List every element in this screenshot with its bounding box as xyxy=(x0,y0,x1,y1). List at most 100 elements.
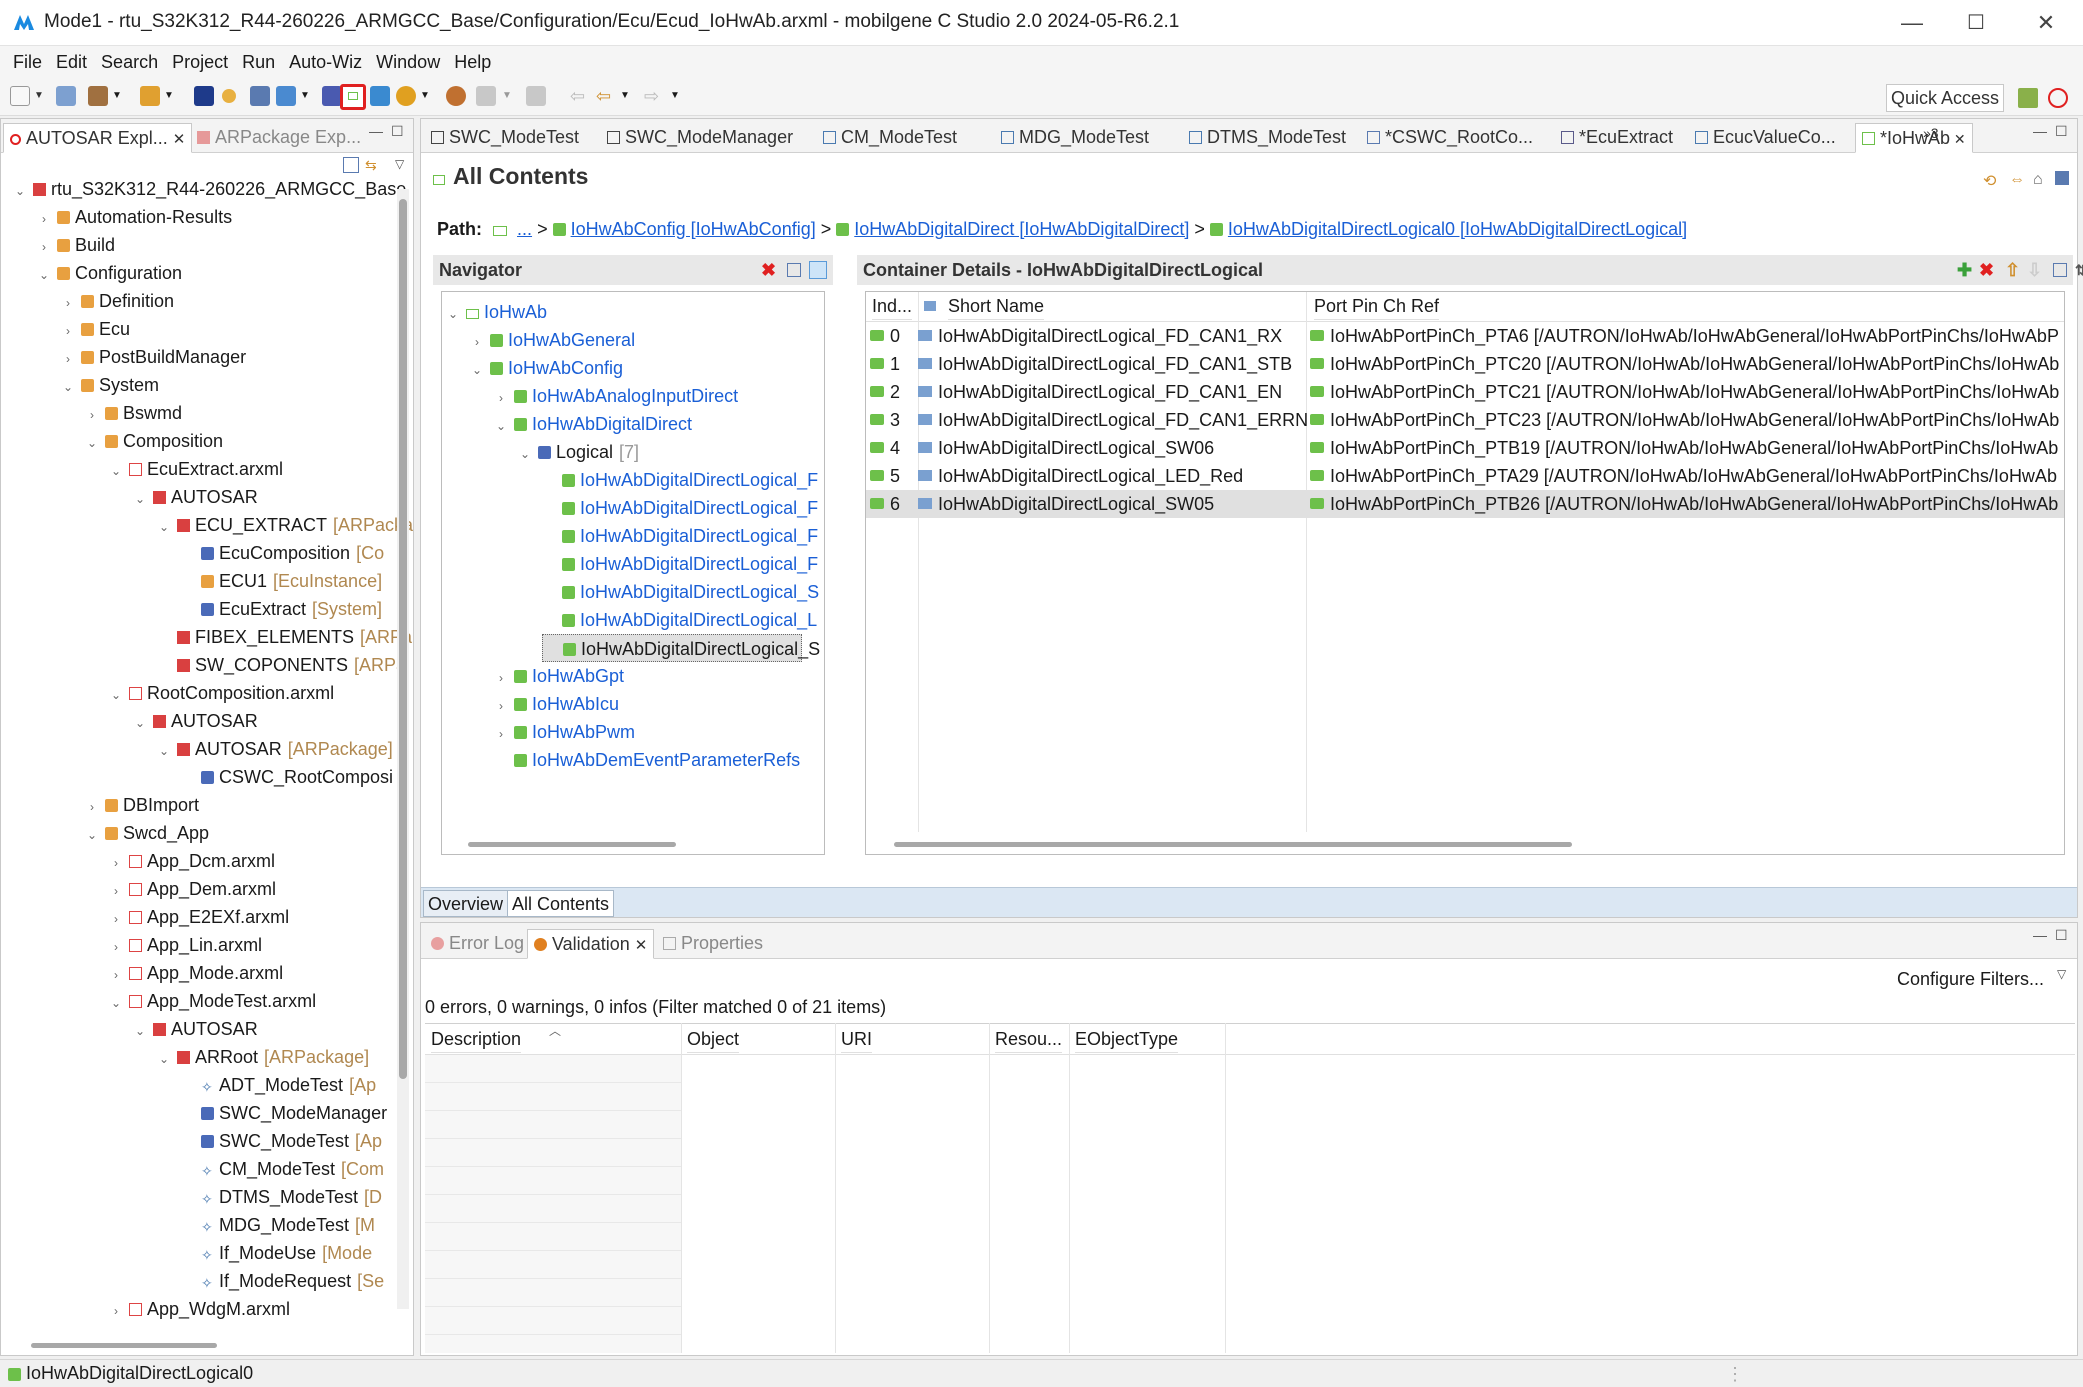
column-header-description[interactable]: Description xyxy=(431,1025,522,1053)
expand-toggle-icon[interactable]: ⌄ xyxy=(470,356,484,384)
table-row[interactable]: 4 IoHwAbDigitalDirectLogical_SW06 IoHwAbPo… xyxy=(866,434,2064,462)
tree-item[interactable]: › Definition xyxy=(61,287,174,315)
table-row[interactable]: 1 IoHwAbDigitalDirectLogical_FD_CAN1_STB I… xyxy=(866,350,2064,378)
tree-item[interactable]: ✧ If_ModeUse [Mode xyxy=(181,1239,372,1267)
refresh-icon[interactable]: ⟲ xyxy=(1983,171,1996,191)
maximize-editor-icon[interactable]: ☐ xyxy=(2055,123,2068,140)
expand-toggle-icon[interactable]: › xyxy=(85,793,99,821)
tool-icon[interactable] xyxy=(194,86,214,106)
editor-tab-4[interactable]: DTMS_ModeTest xyxy=(1183,123,1352,153)
explorer-vscrollbar[interactable] xyxy=(397,189,409,1309)
quick-access-input[interactable]: Quick Access xyxy=(1886,84,2004,112)
expand-toggle-icon[interactable]: › xyxy=(109,905,123,933)
tree-item[interactable]: SWC_ModeTest [Ap xyxy=(181,1127,382,1155)
tree-item[interactable]: ⌄ RootComposition.arxml xyxy=(109,679,334,707)
expand-toggle-icon[interactable]: › xyxy=(85,401,99,429)
expand-toggle-icon[interactable]: ⌄ xyxy=(85,429,99,457)
tree-item[interactable]: › Ecu xyxy=(61,315,130,343)
tree-item[interactable]: ⌄ System xyxy=(61,371,159,399)
help-icon[interactable] xyxy=(2055,171,2069,185)
table-row[interactable]: 0 IoHwAbDigitalDirectLogical_FD_CAN1_RX Io… xyxy=(866,322,2064,350)
move-up-icon[interactable]: ⇧ xyxy=(2005,255,2020,285)
editor-tab-5[interactable]: *CSWC_RootCo... xyxy=(1361,123,1539,153)
explorer-vscroll-thumb[interactable] xyxy=(399,199,407,1079)
navigator-item[interactable]: ⌄ IoHwAbConfig xyxy=(470,354,623,382)
tree-item[interactable]: SWC_ModeManager xyxy=(181,1099,387,1127)
chart-icon[interactable] xyxy=(250,86,270,106)
tree-item[interactable]: FIBEX_ELEMENTS [ARPa xyxy=(157,623,412,651)
expand-toggle-icon[interactable]: › xyxy=(37,205,51,233)
column-header-object[interactable]: Object xyxy=(687,1025,740,1053)
path-link-digitaldirect[interactable]: IoHwAbDigitalDirect [IoHwAbDigitalDirect… xyxy=(854,219,1189,239)
minimize-bottom-icon[interactable]: — xyxy=(2033,927,2047,943)
path-link-logical0[interactable]: IoHwAbDigitalDirectLogical0 [IoHwAbDigit… xyxy=(1228,219,1687,239)
expand-toggle-icon[interactable]: ⌄ xyxy=(109,989,123,1017)
close-editor-tab-icon[interactable]: ✕ xyxy=(1950,131,1966,147)
navigator-item[interactable]: IoHwAbDigitalDirectLogical_L xyxy=(542,606,817,634)
expand-toggle-icon[interactable]: › xyxy=(61,317,75,345)
generate-icon[interactable] xyxy=(140,86,160,106)
tab-all-contents[interactable]: All Contents xyxy=(507,890,615,917)
configure-filters-link[interactable]: Configure Filters... xyxy=(1897,969,2044,990)
navigator-item[interactable]: › IoHwAbPwm xyxy=(494,718,635,746)
editor-tab-2[interactable]: CM_ModeTest xyxy=(817,123,963,153)
column-header-short-name[interactable]: Short Name xyxy=(948,292,1045,320)
table-row[interactable]: 3 IoHwAbDigitalDirectLogical_FD_CAN1_ERRN… xyxy=(866,406,2064,434)
tree-item[interactable]: ⌄ rtu_S32K312_R44-260226_ARMGCC_Base xyxy=(13,175,406,203)
menu-search[interactable]: Search xyxy=(94,46,165,78)
expand-toggle-icon[interactable]: ⌄ xyxy=(133,709,147,737)
tree-item[interactable]: ⌄ ECU_EXTRACT [ARPacka xyxy=(157,511,413,539)
remove-icon[interactable]: ✖ xyxy=(761,255,776,285)
back-dropdown-icon[interactable]: ▼ xyxy=(620,86,630,106)
tab-overview[interactable]: Overview xyxy=(423,890,509,917)
tree-item[interactable]: ⌄ Composition xyxy=(85,427,223,455)
star-icon[interactable] xyxy=(222,89,236,103)
link-icon[interactable] xyxy=(446,86,466,106)
collapse-all-icon[interactable] xyxy=(343,157,359,173)
close-tab-icon[interactable]: ✕ xyxy=(173,131,186,148)
perspective-icon[interactable] xyxy=(2018,88,2038,108)
expand-toggle-icon[interactable]: › xyxy=(494,384,508,412)
generate-dropdown-icon[interactable]: ▼ xyxy=(164,86,174,106)
column-header-index[interactable]: Ind... xyxy=(872,292,913,320)
navigator-item[interactable]: IoHwAbDigitalDirectLogical_F xyxy=(542,550,818,578)
tree-item[interactable]: ✧ ADT_ModeTest [Ap xyxy=(181,1071,376,1099)
expand-toggle-icon[interactable]: ⌄ xyxy=(133,485,147,513)
build-icon[interactable] xyxy=(88,86,108,106)
menu-help[interactable]: Help xyxy=(447,46,498,78)
tree-item[interactable]: › Build xyxy=(37,231,115,259)
explorer-hscroll-thumb[interactable] xyxy=(31,1343,217,1348)
tree-item[interactable]: › App_Lin.arxml xyxy=(109,931,262,959)
tree-item[interactable]: ✧ If_ModeRequest [Se xyxy=(181,1267,384,1295)
tree-item[interactable]: ✧ DTMS_ModeTest [D xyxy=(181,1183,382,1211)
editor-tab-0[interactable]: SWC_ModeTest xyxy=(425,123,585,153)
link-editor-icon[interactable]: ⇆ xyxy=(365,157,381,173)
editor-tab-8[interactable]: *IoHwAb ✕ xyxy=(1855,123,1973,153)
column-header-port-pin-ch-ref[interactable]: Port Pin Ch Ref xyxy=(1314,292,1440,320)
sort-icon[interactable]: ⇅ xyxy=(2075,255,2083,285)
editor-tab-7[interactable]: EcucValueCo... xyxy=(1689,123,1842,153)
import-icon[interactable] xyxy=(276,86,296,106)
expand-toggle-icon[interactable]: ⌄ xyxy=(446,300,460,328)
tree-item[interactable]: EcuExtract [System] xyxy=(181,595,382,623)
save-icon[interactable] xyxy=(56,86,76,106)
navigator-item[interactable]: › IoHwAbGpt xyxy=(494,662,624,690)
navigator-item[interactable]: IoHwAbDigitalDirectLogical_S xyxy=(542,578,819,606)
more-tabs-icon[interactable]: »3 xyxy=(1923,125,1939,141)
tree-item[interactable]: › App_Dcm.arxml xyxy=(109,847,275,875)
expand-toggle-icon[interactable]: ⌄ xyxy=(61,373,75,401)
expand-toggle-icon[interactable]: ⌄ xyxy=(157,1045,171,1073)
collapse-icon[interactable] xyxy=(787,263,801,277)
tree-item[interactable]: › DBImport xyxy=(85,791,199,819)
filter-icon[interactable] xyxy=(809,261,827,279)
navigator-item[interactable]: IoHwAbDigitalDirectLogical_F xyxy=(542,522,818,550)
expand-toggle-icon[interactable]: › xyxy=(109,1297,123,1325)
menu-edit[interactable]: Edit xyxy=(49,46,94,78)
path-link-iohwabconfig[interactable]: IoHwAbConfig [IoHwAbConfig] xyxy=(571,219,816,239)
module-icon[interactable] xyxy=(322,86,342,106)
navigator-item[interactable]: › IoHwAbIcu xyxy=(494,690,619,718)
tree-item[interactable]: ✧ CM_ModeTest [Com xyxy=(181,1155,384,1183)
expand-toggle-icon[interactable]: ⌄ xyxy=(85,821,99,849)
autosar-perspective-icon[interactable] xyxy=(2048,88,2068,108)
path-ellipsis-link[interactable]: ... xyxy=(517,219,532,239)
